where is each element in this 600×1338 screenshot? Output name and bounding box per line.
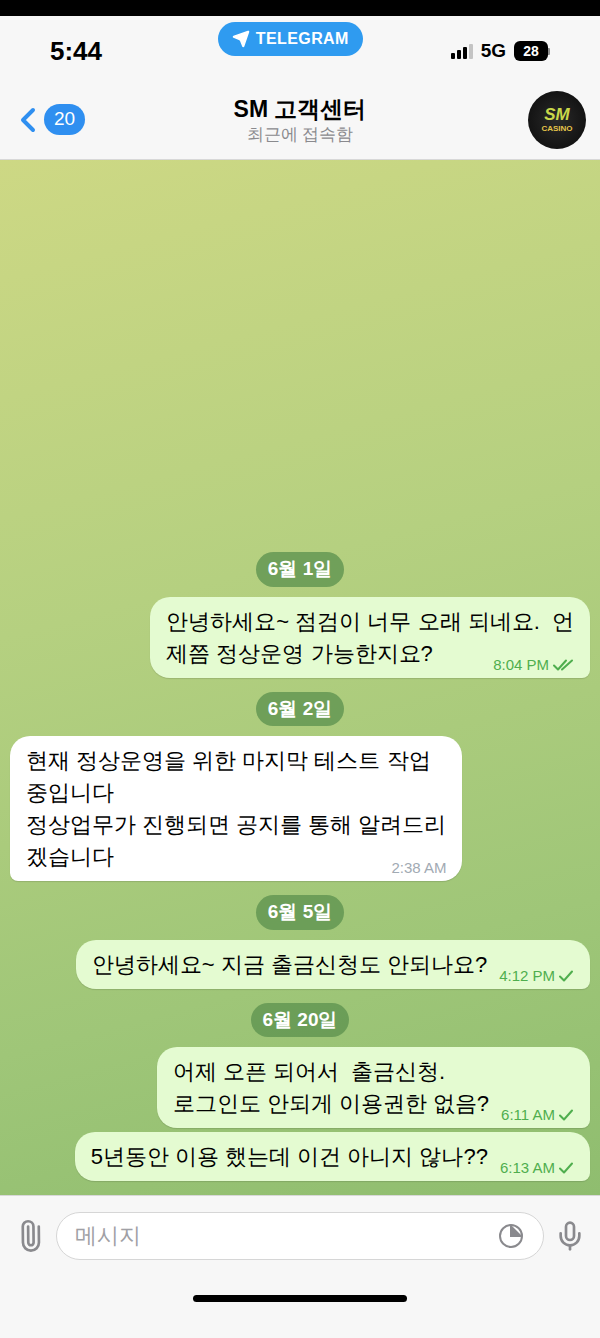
date-pill: 6월 2일 (256, 692, 344, 727)
chat-title[interactable]: SM 고객센터최근에 접속함 (104, 94, 496, 146)
message-input[interactable]: 메시지 (56, 1212, 544, 1260)
chat-header: 20 SM 고객센터최근에 접속함 SMCASINO (0, 80, 600, 160)
sticker-icon[interactable] (497, 1222, 525, 1250)
telegram-icon (232, 30, 250, 48)
outgoing-message[interactable]: 5년동안 이용 했는데 이건 아니지 않나?? 6:13 AM (75, 1132, 590, 1181)
back-icon (8, 100, 48, 140)
mic-icon[interactable] (554, 1220, 586, 1252)
status-time: 5:44 (50, 32, 130, 71)
message-line: 5년동안 이용 했는데 이건 아니지 않나?? (91, 1141, 488, 1173)
outgoing-message[interactable]: 어제 오픈 되어서 출금신청.로그인도 안되게 이용권한 없음? 6:11 AM (157, 1047, 591, 1128)
input-bar: 메시지 (0, 1195, 600, 1275)
check-icon (558, 1108, 574, 1122)
message-line: 겠습니다 (26, 841, 114, 873)
status-bar: 5:44 TELEGRAM 5G 28 (0, 16, 600, 80)
attach-icon[interactable] (7, 1213, 52, 1258)
message-line: 현재 정상운영을 위한 마지막 테스트 작업 (26, 745, 446, 777)
message-line: 안녕하세요~ 점검이 너무 오래 되네요. 언 (166, 606, 574, 638)
message-time: 4:12 PM (499, 967, 574, 985)
date-pill: 6월 1일 (256, 552, 344, 587)
message-line: 안녕하세요~ 지금 출금신청도 안되나요? (92, 949, 487, 981)
unread-badge: 20 (44, 104, 85, 135)
date-pill: 6월 5일 (256, 895, 344, 930)
message-line: 어제 오픈 되어서 출금신청. (173, 1056, 575, 1088)
date-pill: 6월 20일 (251, 1003, 350, 1038)
app: 5:44 TELEGRAM 5G 28 20 SM 고객센터최근에 접속함 SMCASINO… (0, 0, 600, 1338)
home-indicator[interactable] (193, 1295, 407, 1302)
app-pill[interactable]: TELEGRAM (218, 22, 363, 56)
battery-icon: 28 (514, 41, 550, 61)
outgoing-message[interactable]: 안녕하세요~ 점검이 너무 오래 되네요. 언제쯤 정상운영 가능한지요? 8:0… (150, 597, 590, 678)
back-button[interactable]: 20 (8, 100, 104, 140)
avatar[interactable]: SMCASINO (528, 91, 586, 149)
message-time: 8:04 PM (493, 656, 574, 674)
message-time: 2:38 AM (391, 859, 446, 877)
message-time: 6:11 AM (501, 1106, 574, 1124)
message-line: 제쯤 정상운영 가능한지요? (166, 638, 432, 670)
check-icon (558, 1161, 574, 1175)
message-line: 정상업무가 진행되면 공지를 통해 알려드리 (26, 809, 446, 841)
outgoing-message[interactable]: 안녕하세요~ 지금 출금신청도 안되나요? 4:12 PM (76, 940, 590, 989)
message-line: 중입니다 (26, 777, 446, 809)
top-edge (0, 0, 600, 16)
network-type: 5G (481, 37, 506, 66)
double-check-icon (552, 658, 574, 672)
home-area (0, 1275, 600, 1338)
incoming-message[interactable]: 현재 정상운영을 위한 마지막 테스트 작업중입니다정상업무가 진행되면 공지를… (10, 736, 462, 881)
chat-subtitle: 최근에 접속함 (247, 124, 354, 146)
check-icon (558, 969, 574, 983)
message-line: 로그인도 안되게 이용권한 없음? (173, 1088, 490, 1120)
message-time: 6:13 AM (500, 1159, 574, 1177)
signal-icon (451, 43, 473, 59)
chat-area[interactable]: 6월 1일안녕하세요~ 점검이 너무 오래 되네요. 언제쯤 정상운영 가능한지… (0, 160, 600, 1195)
